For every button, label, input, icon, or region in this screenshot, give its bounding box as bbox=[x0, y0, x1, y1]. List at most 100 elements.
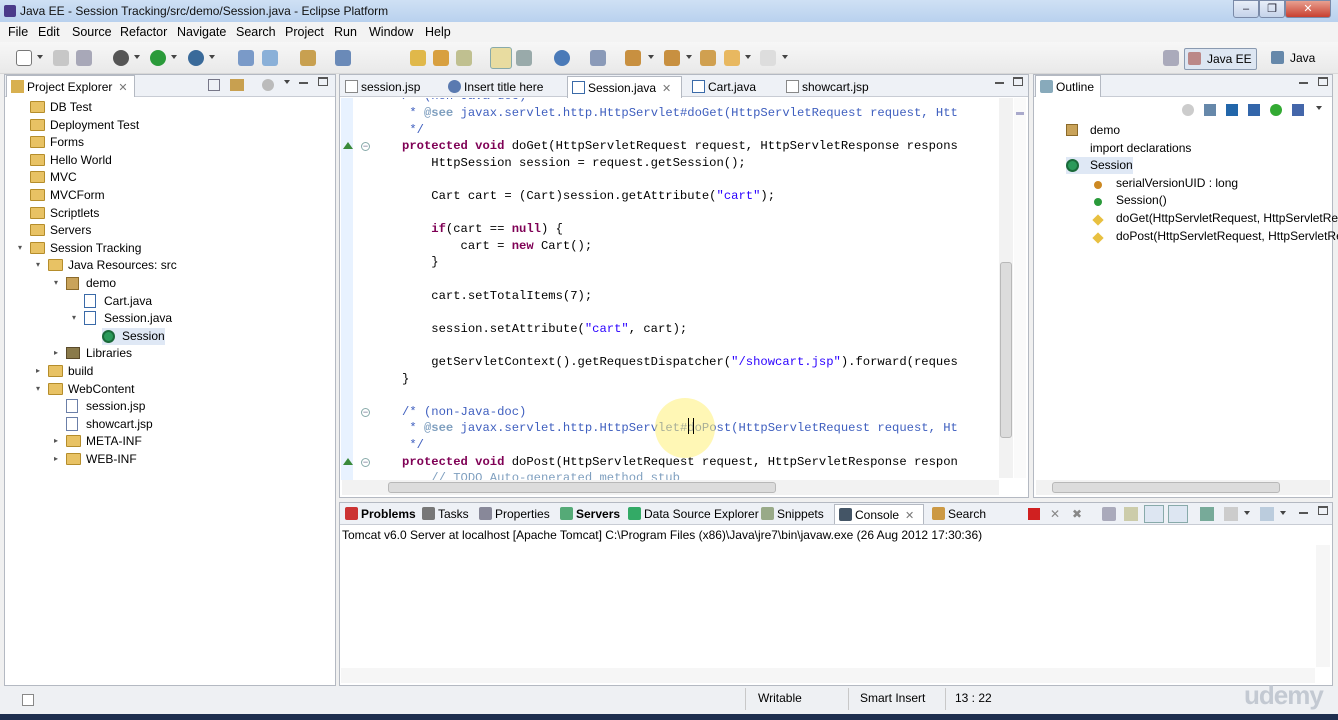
outline-item[interactable]: Session bbox=[1066, 157, 1133, 175]
tab-properties[interactable]: Properties bbox=[475, 504, 555, 524]
tab-showcart-jsp[interactable]: showcart.jsp bbox=[782, 76, 886, 98]
tree-item-session-java[interactable]: Session.java bbox=[84, 310, 172, 327]
tab-tasks[interactable]: Tasks bbox=[418, 504, 474, 524]
tab-snippets[interactable]: Snippets bbox=[757, 504, 833, 524]
menu-run[interactable]: Run bbox=[334, 25, 357, 39]
run-icon[interactable] bbox=[150, 50, 166, 66]
display-console-icon[interactable] bbox=[1224, 507, 1238, 521]
chevron-down-icon[interactable] bbox=[134, 55, 140, 59]
chevron-down-icon[interactable] bbox=[745, 55, 751, 59]
run-external-icon[interactable] bbox=[188, 50, 204, 66]
hide-fields-icon[interactable] bbox=[1226, 104, 1238, 116]
chevron-down-icon[interactable] bbox=[37, 55, 43, 59]
tree-item-forms[interactable]: Forms bbox=[30, 134, 84, 151]
outline-item[interactable]: import declarations bbox=[1066, 140, 1191, 157]
overview-marker[interactable] bbox=[1016, 112, 1024, 115]
remove-all-icon[interactable]: ✖ bbox=[1072, 508, 1086, 520]
minimize-outline-icon[interactable] bbox=[1299, 82, 1308, 84]
new-icon[interactable] bbox=[16, 50, 32, 66]
tab-insert-title-here[interactable]: Insert title here bbox=[444, 76, 563, 98]
save-icon[interactable] bbox=[53, 50, 69, 66]
maximize-button[interactable]: ❐ bbox=[1259, 0, 1285, 18]
print-icon[interactable] bbox=[76, 50, 92, 66]
tree-item-hello-world[interactable]: Hello World bbox=[30, 152, 112, 169]
override-marker-icon[interactable] bbox=[343, 458, 353, 465]
perspective-java[interactable]: Java bbox=[1268, 48, 1319, 70]
chevron-down-icon[interactable] bbox=[648, 55, 654, 59]
tree-item-session[interactable]: Session bbox=[102, 327, 165, 345]
tab-console[interactable]: Console ✕ bbox=[834, 504, 924, 524]
tree-item-db-test[interactable]: DB Test bbox=[30, 99, 92, 116]
close-window-button[interactable]: ✕ bbox=[1285, 0, 1331, 18]
hide-local-types-icon[interactable] bbox=[1292, 104, 1304, 116]
menu-window[interactable]: Window bbox=[369, 25, 413, 39]
tree-item-java-resources-src[interactable]: Java Resources: src bbox=[48, 257, 177, 274]
open-perspective-icon[interactable] bbox=[1163, 50, 1179, 66]
new-server-icon[interactable] bbox=[238, 50, 254, 66]
tree-item-cart-java[interactable]: Cart.java bbox=[84, 293, 152, 310]
console-horizontal-scrollbar[interactable] bbox=[341, 668, 1315, 683]
chevron-down-icon[interactable] bbox=[171, 55, 177, 59]
tab-data-source-explorer[interactable]: Data Source Explorer bbox=[624, 504, 759, 524]
tree-item-servers[interactable]: Servers bbox=[30, 222, 91, 239]
clear-console-icon[interactable] bbox=[1102, 507, 1116, 521]
toggle-mark-occurrences-icon[interactable] bbox=[490, 47, 512, 69]
open-type-icon[interactable] bbox=[410, 50, 426, 66]
tree-item-libraries[interactable]: Libraries bbox=[66, 345, 132, 362]
tree-item-build[interactable]: build bbox=[48, 363, 93, 380]
open-console-icon[interactable] bbox=[1260, 507, 1274, 521]
fast-view-icon[interactable] bbox=[22, 694, 34, 706]
chevron-down-icon[interactable] bbox=[686, 55, 692, 59]
tree-expand-icon[interactable]: ▾ bbox=[18, 243, 22, 252]
scroll-lock-icon[interactable] bbox=[1124, 507, 1138, 521]
tree-item-web-inf[interactable]: WEB-INF bbox=[66, 451, 137, 468]
tree-item-meta-inf[interactable]: META-INF bbox=[66, 433, 142, 450]
new-class-icon[interactable] bbox=[335, 50, 351, 66]
outline-item[interactable]: demo bbox=[1066, 122, 1120, 139]
tab-session-java[interactable]: Session.java ✕ bbox=[567, 76, 682, 98]
next-annotation-icon[interactable] bbox=[516, 50, 532, 66]
tree-item-scriptlets[interactable]: Scriptlets bbox=[30, 205, 99, 222]
show-on-stdout-icon[interactable] bbox=[1144, 505, 1164, 523]
sort-icon[interactable] bbox=[1204, 104, 1216, 116]
maximize-outline-icon[interactable] bbox=[1318, 77, 1328, 86]
view-menu-icon[interactable] bbox=[284, 80, 290, 84]
publish-icon[interactable] bbox=[262, 50, 278, 66]
menu-help[interactable]: Help bbox=[425, 25, 451, 39]
hide-nonpublic-icon[interactable] bbox=[1270, 104, 1282, 116]
tab-servers[interactable]: Servers bbox=[556, 504, 623, 524]
minimize-view-icon[interactable] bbox=[299, 82, 308, 84]
outline-item[interactable]: doGet(HttpServletRequest, HttpServletRes bbox=[1092, 210, 1338, 227]
tree-expand-icon[interactable]: ▸ bbox=[36, 366, 40, 375]
menu-edit[interactable]: Edit bbox=[38, 25, 60, 39]
remove-launch-icon[interactable]: ✕ bbox=[1050, 508, 1062, 520]
link-editor-icon[interactable] bbox=[230, 79, 244, 91]
menu-refactor[interactable]: Refactor bbox=[120, 25, 167, 39]
tree-item-mvc[interactable]: MVC bbox=[30, 169, 77, 186]
debug-icon[interactable] bbox=[113, 50, 129, 66]
sync-icon[interactable] bbox=[1182, 104, 1194, 116]
tab-problems[interactable]: Problems bbox=[341, 504, 417, 524]
maximize-view-icon[interactable] bbox=[318, 77, 328, 86]
perspective-java-ee[interactable]: Java EE bbox=[1184, 48, 1257, 70]
tab-outline[interactable]: Outline bbox=[1035, 75, 1102, 97]
outline-item[interactable]: doPost(HttpServletRequest, HttpServletRe bbox=[1092, 228, 1338, 245]
editor-vertical-scroll-thumb[interactable] bbox=[1000, 262, 1012, 438]
outline-item[interactable]: serialVersionUID : long bbox=[1094, 175, 1238, 192]
minimize-console-icon[interactable] bbox=[1299, 512, 1308, 514]
tab-session-jsp[interactable]: session.jsp bbox=[341, 76, 441, 98]
override-marker-icon[interactable] bbox=[343, 142, 353, 149]
build-icon[interactable] bbox=[300, 50, 316, 66]
terminate-icon[interactable] bbox=[1028, 508, 1040, 520]
forward-icon[interactable] bbox=[760, 50, 776, 66]
pin-console-icon[interactable] bbox=[1200, 507, 1214, 521]
minimize-button[interactable]: – bbox=[1233, 0, 1259, 18]
tab-project-explorer[interactable]: Project Explorer ✕ bbox=[6, 75, 135, 97]
menu-source[interactable]: Source bbox=[72, 25, 112, 39]
open-resource-icon[interactable] bbox=[433, 50, 449, 66]
chevron-down-icon[interactable] bbox=[1280, 511, 1286, 515]
console-output[interactable] bbox=[341, 545, 1315, 667]
tree-expand-icon[interactable]: ▾ bbox=[72, 313, 76, 322]
tree-item-deployment-test[interactable]: Deployment Test bbox=[30, 117, 139, 134]
close-icon[interactable]: ✕ bbox=[118, 82, 127, 94]
